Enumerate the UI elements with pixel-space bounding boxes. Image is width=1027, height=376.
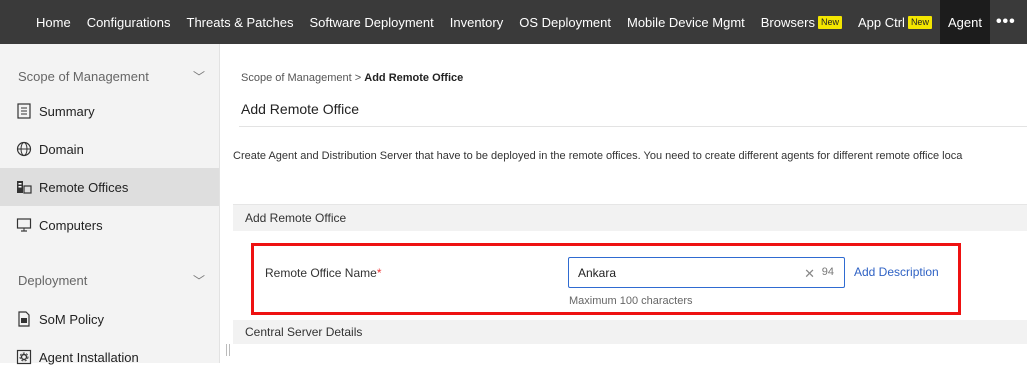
sidebar-item-label: Remote Offices [39, 179, 129, 195]
nav-label: Agent [947, 14, 982, 30]
sidebar-item-label: Computers [39, 217, 103, 233]
panel-header-central-server-details: Central Server Details [233, 320, 1027, 344]
policy-icon [16, 311, 32, 327]
section-label: Deployment [18, 272, 88, 288]
nav-app-ctrl[interactable]: App Ctrl New [850, 0, 940, 44]
nav-label: OS Deployment [519, 14, 611, 30]
chevron-down-icon: ﹀ [192, 273, 205, 288]
remote-offices-icon [16, 179, 32, 195]
breadcrumb: Scope of Management > Add Remote Office [241, 72, 463, 84]
nav-configurations[interactable]: Configurations [79, 0, 179, 44]
breadcrumb-current: Add Remote Office [364, 72, 464, 84]
field-label-text: Remote Office Name [265, 266, 377, 280]
sidebar-section-deployment[interactable]: Deployment ﹀ [0, 260, 219, 300]
nav-label: Configurations [86, 14, 171, 30]
nav-label: Software Deployment [309, 14, 434, 30]
summary-icon [16, 103, 32, 119]
nav-label: Threats & Patches [186, 14, 294, 30]
panel-title: Add Remote Office [245, 211, 347, 225]
page-description: Create Agent and Distribution Server tha… [233, 150, 963, 162]
new-badge: New [907, 15, 932, 29]
panel-title: Central Server Details [245, 325, 363, 339]
nav-label: Mobile Device Mgmt [627, 14, 745, 30]
sidebar-item-remote-offices[interactable]: Remote Offices [0, 168, 219, 206]
nav-label: Home [36, 14, 71, 30]
sidebar-item-label: SoM Policy [39, 311, 105, 327]
sidebar-item-label: Agent Installation [39, 349, 139, 365]
nav-label: Inventory [449, 14, 504, 30]
sidebar-item-domain[interactable]: Domain [0, 130, 219, 168]
nav-inventory[interactable]: Inventory [442, 0, 511, 44]
main-content: Scope of Management > Add Remote Office … [221, 44, 1027, 363]
nav-os-deployment[interactable]: OS Deployment [511, 0, 619, 44]
nav-browsers[interactable]: Browsers New [753, 0, 850, 44]
sidebar-item-summary[interactable]: Summary [0, 92, 219, 130]
divider [239, 126, 1027, 127]
nav-threats-patches[interactable]: Threats & Patches [179, 0, 302, 44]
nav-software-deployment[interactable]: Software Deployment [301, 0, 441, 44]
top-navigation: Home Configurations Threats & Patches So… [0, 0, 1027, 44]
computer-icon [16, 217, 32, 233]
sidebar-item-agent-installation[interactable]: Agent Installation [0, 338, 219, 376]
new-badge: New [817, 15, 842, 29]
sidebar-item-label: Summary [39, 103, 95, 119]
nav-label: App Ctrl [857, 14, 905, 30]
sidebar-item-computers[interactable]: Computers [0, 206, 219, 244]
panel-header-add-remote-office: Add Remote Office [233, 204, 1027, 231]
remote-office-name-field: ✕ 94 [568, 257, 845, 288]
sidebar-item-som-policy[interactable]: SoM Policy [0, 300, 219, 338]
nav-label: Browsers [760, 14, 815, 30]
required-asterisk: * [376, 266, 382, 280]
globe-icon [16, 141, 32, 157]
nav-home[interactable]: Home [0, 0, 79, 44]
add-description-link[interactable]: Add Description [854, 265, 939, 279]
sidebar-item-label: Domain [39, 141, 84, 157]
sidebar-section-scope[interactable]: Scope of Management ﹀ [0, 66, 219, 86]
section-label: Scope of Management [18, 68, 149, 84]
breadcrumb-separator: > [354, 72, 362, 84]
chevron-down-icon: ﹀ [192, 69, 205, 84]
nav-agent[interactable]: Agent [939, 0, 990, 44]
remote-office-name-input[interactable] [578, 265, 778, 280]
nav-mobile-device-mgmt[interactable]: Mobile Device Mgmt [619, 0, 753, 44]
page-title: Add Remote Office [241, 101, 360, 117]
field-hint: Maximum 100 characters [569, 295, 693, 307]
breadcrumb-parent[interactable]: Scope of Management [241, 72, 352, 84]
clear-icon[interactable]: ✕ [804, 266, 815, 282]
more-menu-icon[interactable]: ••• [990, 13, 1022, 31]
sidebar: Scope of Management ﹀ Summary Domain Rem… [0, 44, 220, 365]
character-counter: 94 [821, 266, 834, 278]
remote-office-name-label: Remote Office Name* [265, 266, 382, 280]
